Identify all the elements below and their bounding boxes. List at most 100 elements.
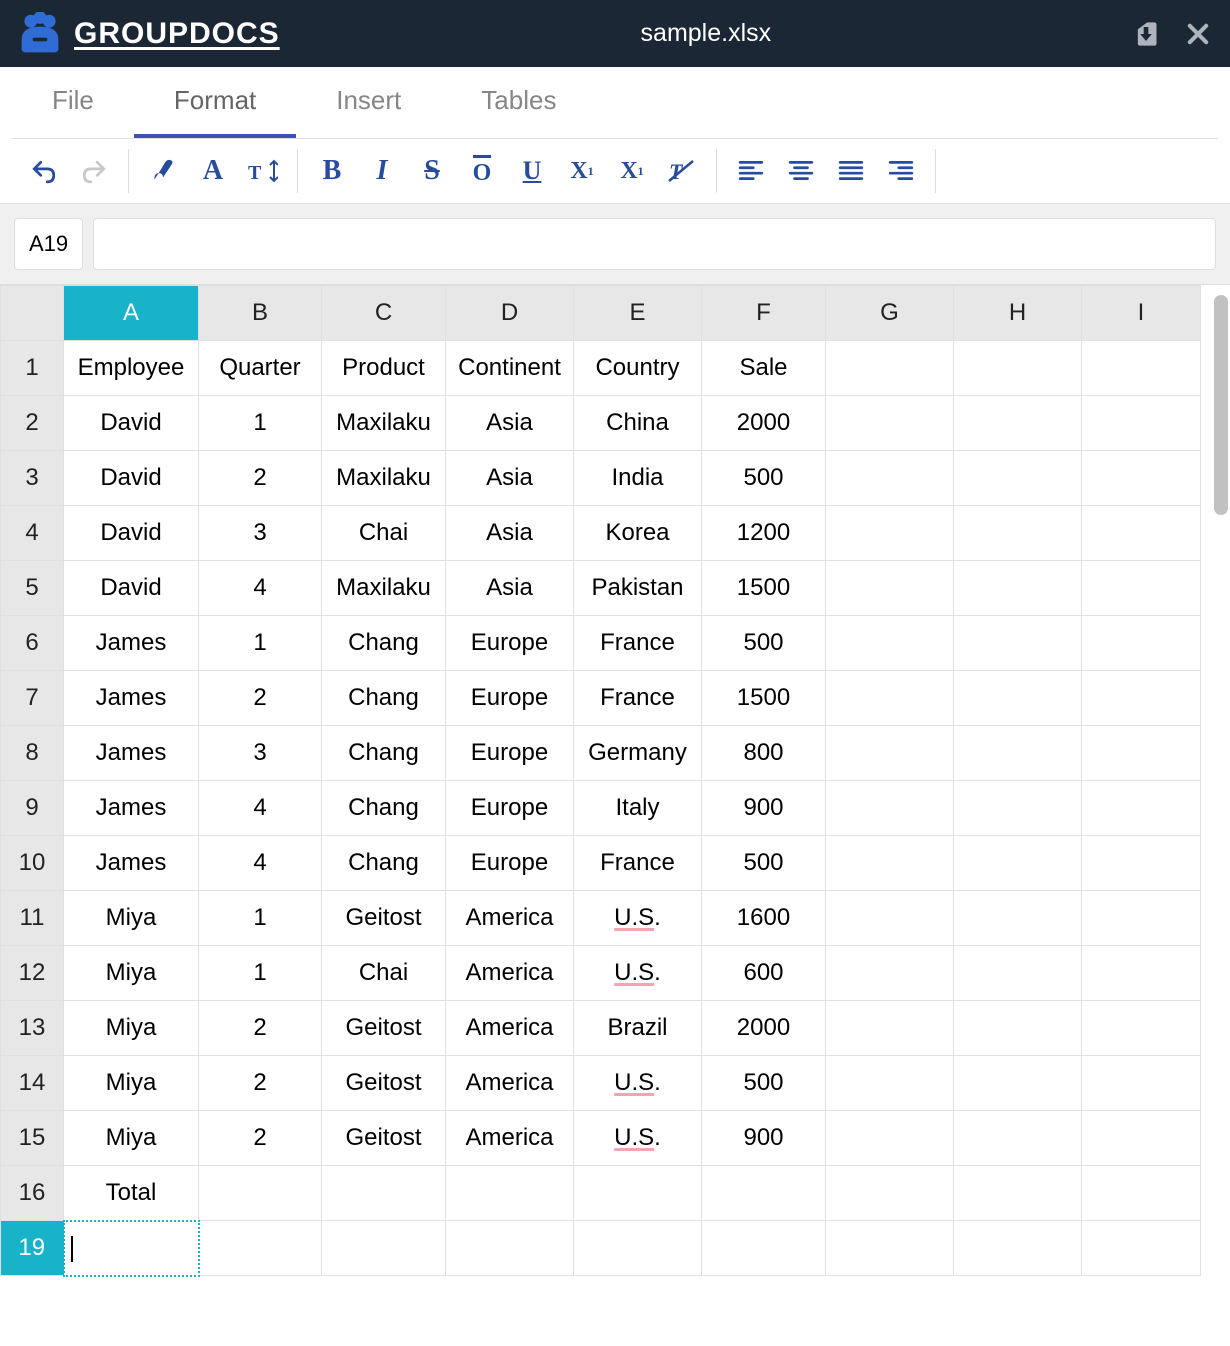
vertical-scrollbar[interactable] — [1214, 295, 1228, 515]
cell-C19[interactable] — [322, 1221, 446, 1276]
row-header-7[interactable]: 7 — [1, 671, 64, 726]
cell-B3[interactable]: 2 — [199, 451, 322, 506]
cell-I15[interactable] — [1082, 1111, 1201, 1166]
col-header-D[interactable]: D — [446, 286, 574, 341]
row-header-6[interactable]: 6 — [1, 616, 64, 671]
cell-H8[interactable] — [954, 726, 1082, 781]
strikethrough-button[interactable]: S — [416, 155, 448, 187]
cell-F4[interactable]: 1200 — [702, 506, 826, 561]
cell-G16[interactable] — [826, 1166, 954, 1221]
cell-H7[interactable] — [954, 671, 1082, 726]
cell-D3[interactable]: Asia — [446, 451, 574, 506]
cell-G12[interactable] — [826, 946, 954, 1001]
cell-H15[interactable] — [954, 1111, 1082, 1166]
cell-E11[interactable]: U.S. — [574, 891, 702, 946]
col-header-G[interactable]: G — [826, 286, 954, 341]
cell-E12[interactable]: U.S. — [574, 946, 702, 1001]
row-header-15[interactable]: 15 — [1, 1111, 64, 1166]
row-header-13[interactable]: 13 — [1, 1001, 64, 1056]
cell-E13[interactable]: Brazil — [574, 1001, 702, 1056]
cell-I3[interactable] — [1082, 451, 1201, 506]
cell-H1[interactable] — [954, 341, 1082, 396]
cell-F6[interactable]: 500 — [702, 616, 826, 671]
cell-H10[interactable] — [954, 836, 1082, 891]
cell-E8[interactable]: Germany — [574, 726, 702, 781]
cell-F9[interactable]: 900 — [702, 781, 826, 836]
cell-E15[interactable]: U.S. — [574, 1111, 702, 1166]
cell-E10[interactable]: France — [574, 836, 702, 891]
cell-C5[interactable]: Maxilaku — [322, 561, 446, 616]
cell-I4[interactable] — [1082, 506, 1201, 561]
cell-D16[interactable] — [446, 1166, 574, 1221]
cell-E9[interactable]: Italy — [574, 781, 702, 836]
col-header-C[interactable]: C — [322, 286, 446, 341]
col-header-A[interactable]: A — [64, 286, 199, 341]
bold-button[interactable]: B — [316, 155, 348, 187]
menu-tables[interactable]: Tables — [441, 67, 596, 138]
italic-button[interactable]: I — [366, 155, 398, 187]
cell-D5[interactable]: Asia — [446, 561, 574, 616]
row-header-11[interactable]: 11 — [1, 891, 64, 946]
cell-A10[interactable]: James — [64, 836, 199, 891]
cell-A13[interactable]: Miya — [64, 1001, 199, 1056]
row-header-12[interactable]: 12 — [1, 946, 64, 1001]
cell-H14[interactable] — [954, 1056, 1082, 1111]
cell-I9[interactable] — [1082, 781, 1201, 836]
clear-format-button[interactable]: T — [666, 155, 698, 187]
cell-G15[interactable] — [826, 1111, 954, 1166]
close-icon[interactable] — [1184, 20, 1212, 48]
cell-I19[interactable] — [1082, 1221, 1201, 1276]
cell-G14[interactable] — [826, 1056, 954, 1111]
col-header-E[interactable]: E — [574, 286, 702, 341]
row-header-4[interactable]: 4 — [1, 506, 64, 561]
cell-F11[interactable]: 1600 — [702, 891, 826, 946]
cell-B12[interactable]: 1 — [199, 946, 322, 1001]
cell-G9[interactable] — [826, 781, 954, 836]
cell-D8[interactable]: Europe — [446, 726, 574, 781]
menu-format[interactable]: Format — [134, 67, 296, 138]
cell-F8[interactable]: 800 — [702, 726, 826, 781]
cell-C6[interactable]: Chang — [322, 616, 446, 671]
cell-G2[interactable] — [826, 396, 954, 451]
cell-F12[interactable]: 600 — [702, 946, 826, 1001]
cell-B11[interactable]: 1 — [199, 891, 322, 946]
cell-H16[interactable] — [954, 1166, 1082, 1221]
col-header-F[interactable]: F — [702, 286, 826, 341]
cell-B16[interactable] — [199, 1166, 322, 1221]
cell-D4[interactable]: Asia — [446, 506, 574, 561]
cell-H5[interactable] — [954, 561, 1082, 616]
cell-I7[interactable] — [1082, 671, 1201, 726]
cell-E6[interactable]: France — [574, 616, 702, 671]
cell-I5[interactable] — [1082, 561, 1201, 616]
cell-G6[interactable] — [826, 616, 954, 671]
cell-B13[interactable]: 2 — [199, 1001, 322, 1056]
cell-reference-box[interactable]: A19 — [14, 218, 83, 270]
align-justify-button[interactable] — [835, 155, 867, 187]
cell-A16[interactable]: Total — [64, 1166, 199, 1221]
cell-C2[interactable]: Maxilaku — [322, 396, 446, 451]
cell-E14[interactable]: U.S. — [574, 1056, 702, 1111]
cell-E5[interactable]: Pakistan — [574, 561, 702, 616]
font-size-button[interactable]: T — [247, 155, 279, 187]
cell-F5[interactable]: 1500 — [702, 561, 826, 616]
subscript-button[interactable]: X1 — [566, 155, 598, 187]
cell-D12[interactable]: America — [446, 946, 574, 1001]
cell-H9[interactable] — [954, 781, 1082, 836]
cell-D7[interactable]: Europe — [446, 671, 574, 726]
overline-button[interactable]: O — [466, 155, 498, 187]
cell-A5[interactable]: David — [64, 561, 199, 616]
cell-F14[interactable]: 500 — [702, 1056, 826, 1111]
cell-C16[interactable] — [322, 1166, 446, 1221]
download-icon[interactable] — [1132, 20, 1160, 48]
cell-G7[interactable] — [826, 671, 954, 726]
row-header-9[interactable]: 9 — [1, 781, 64, 836]
cell-F7[interactable]: 1500 — [702, 671, 826, 726]
cell-D13[interactable]: America — [446, 1001, 574, 1056]
cell-A1[interactable]: Employee — [64, 341, 199, 396]
cell-C14[interactable]: Geitost — [322, 1056, 446, 1111]
cell-C4[interactable]: Chai — [322, 506, 446, 561]
row-header-1[interactable]: 1 — [1, 341, 64, 396]
cell-H6[interactable] — [954, 616, 1082, 671]
align-center-button[interactable] — [785, 155, 817, 187]
row-header-19[interactable]: 19 — [1, 1221, 64, 1276]
